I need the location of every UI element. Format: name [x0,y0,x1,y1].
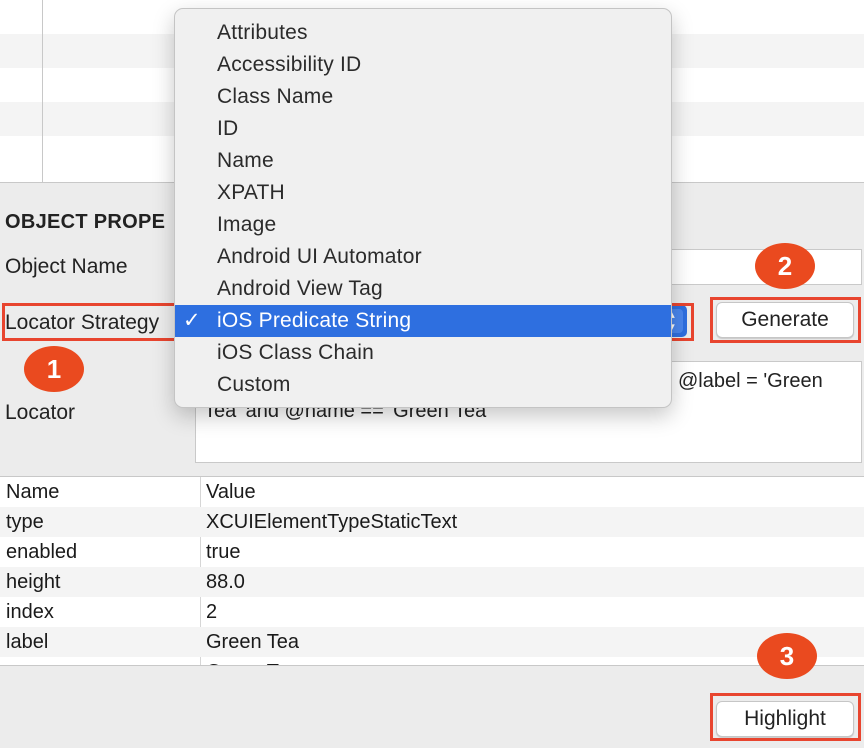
property-value: 2 [206,601,218,623]
property-name: height [6,571,61,593]
menu-item-ios-class-chain[interactable]: iOS Class Chain [175,337,671,369]
property-value: Green Tea [206,657,299,665]
object-name-label: Object Name [5,255,128,278]
menu-item-attributes[interactable]: Attributes [175,17,671,49]
property-value: XCUIElementTypeStaticText [206,511,458,533]
menu-item-ios-predicate-string[interactable]: ✓ iOS Predicate String [175,305,671,337]
locator-label: Locator [5,401,76,424]
callout-badge-3: 3 [757,633,817,679]
callout-badge-1: 1 [24,346,84,392]
menu-item-accessibility-id[interactable]: Accessibility ID [175,49,671,81]
menu-item-name[interactable]: Name [175,145,671,177]
table-row[interactable]: name Green Tea [0,657,864,665]
property-name: label [6,631,49,653]
table-row[interactable]: enabled true [0,537,864,567]
property-name: index [6,601,54,623]
table-column-divider [42,0,43,183]
menu-item-android-view-tag[interactable]: Android View Tag [175,273,671,305]
menu-item-xpath[interactable]: XPATH [175,177,671,209]
menu-item-label: iOS Predicate String [217,309,412,332]
property-value: true [206,541,241,563]
property-value: Green Tea [206,631,300,653]
property-name: enabled [6,541,78,563]
menu-item-id[interactable]: ID [175,113,671,145]
table-row[interactable]: index 2 [0,597,864,627]
table-row[interactable]: height 88.0 [0,567,864,597]
callout-box-highlight [710,693,861,741]
table-row[interactable]: label Green Tea [0,627,864,657]
table-row[interactable]: type XCUIElementTypeStaticText [0,507,864,537]
menu-item-image[interactable]: Image [175,209,671,241]
checkmark-icon: ✓ [183,309,201,332]
header-value: Value [206,481,256,503]
section-title: OBJECT PROPE [5,211,166,233]
locator-strategy-menu[interactable]: Attributes Accessibility ID Class Name I… [174,8,672,408]
callout-box-generate [710,297,861,343]
menu-item-class-name[interactable]: Class Name [175,81,671,113]
callout-box-locator-label [2,303,178,341]
property-name: type [6,511,44,533]
header-name: Name [6,481,60,503]
property-value: 88.0 [206,571,245,593]
menu-item-custom[interactable]: Custom [175,369,671,401]
callout-badge-2: 2 [755,243,815,289]
property-name: name [6,657,56,665]
properties-table[interactable]: Name Value type XCUIElementTypeStaticTex… [0,476,864,666]
properties-header-row: Name Value [0,477,864,507]
locator-text-line1: @label = 'Green [678,370,823,392]
menu-item-android-ui-automator[interactable]: Android UI Automator [175,241,671,273]
